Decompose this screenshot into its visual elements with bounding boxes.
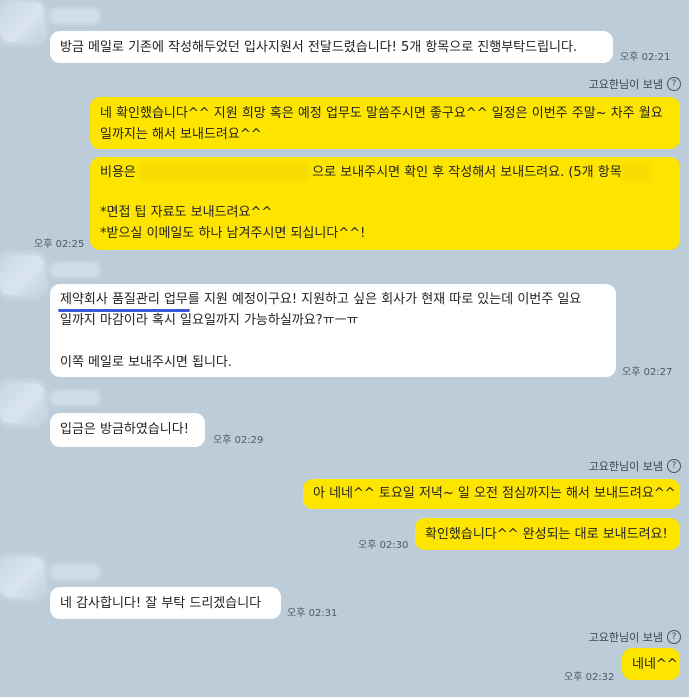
highlighted-text: 제약회사 품질관리 업무 (58, 289, 190, 312)
message-text: 입금은 방금하였습니다! (60, 422, 189, 437)
message-time: 오후 02:21 (620, 52, 671, 63)
message-text: 방금 메일로 기존에 작성해두었던 입사지원서 전달드렸습니다! 5개 항목으로… (60, 40, 578, 55)
message-text: 이쪽 메일로 보내주시면 됩니다. (60, 355, 233, 370)
sender-label: 고요한님이 보냄 ? (589, 458, 681, 474)
message-text: 네네^^ (632, 657, 678, 672)
info-icon[interactable]: ? (667, 77, 681, 91)
message-bubble-incoming[interactable]: 방금 메일로 기존에 작성해두었던 입사지원서 전달드렸습니다! 5개 항목으로… (50, 31, 613, 63)
message-bubble-outgoing[interactable]: 아 네네^^ 토요일 저녁~ 일 오전 점심까지는 해서 보내드려요^^ (303, 479, 680, 509)
message-text: 네 감사합니다! 잘 부탁 드리겠습니다 (60, 596, 262, 611)
info-icon[interactable]: ? (667, 630, 681, 644)
message-text: *면접 팁 자료도 보내드려요^^ (100, 205, 273, 220)
sender-name-redacted (50, 8, 100, 24)
message-text: 아 네네^^ 토요일 저녁~ 일 오전 점심까지는 해서 보내드려요^^ (313, 486, 676, 501)
avatar[interactable] (0, 383, 44, 423)
message-time: 오후 02:25 (34, 239, 85, 250)
message-time: 오후 02:27 (622, 367, 673, 378)
message-bubble-outgoing[interactable]: 네 확인했습니다^^ 지원 희망 혹은 예정 업무도 말씀주시면 좋구요^^ 일… (90, 97, 680, 149)
message-text: *받으실 이메일도 하나 남겨주시면 되십니다^^! (100, 226, 366, 241)
message-text: 를 지원 예정이구요! 지원하고 싶은 회사가 현재 따로 있는데 이번주 일요 (187, 292, 582, 307)
message-bubble-outgoing[interactable]: 네네^^ (622, 648, 680, 680)
message-bubble-incoming[interactable]: 네 감사합니다! 잘 부탁 드리겠습니다 (50, 587, 281, 619)
message-time: 오후 02:31 (287, 608, 338, 619)
message-bubble-incoming[interactable]: 입금은 방금하였습니다! (50, 413, 205, 447)
message-text: 으로 보내주시면 확인 후 작성해서 보내드려요. (5개 항목 (312, 165, 622, 180)
message-bubble-outgoing[interactable]: 비용은 으로 보내주시면 확인 후 작성해서 보내드려요. (5개 항목 *면접… (90, 157, 680, 250)
message-time: 오후 02:30 (358, 540, 409, 551)
sender-name-redacted (50, 262, 100, 278)
avatar[interactable] (0, 557, 44, 597)
sender-name-redacted (50, 390, 100, 406)
message-text: 네 확인했습니다^^ 지원 희망 혹은 예정 업무도 말씀주시면 좋구요^^ 일… (100, 106, 663, 121)
message-text: 일까지 마감이라 혹시 일요일까지 가능하실까요?ㅠㅡㅠ (60, 313, 359, 328)
message-text: 일까지는 해서 보내드려요^^ (100, 127, 262, 142)
info-icon[interactable]: ? (667, 459, 681, 473)
message-text: 비용은 (100, 165, 136, 180)
message-bubble-outgoing[interactable]: 확인했습니다^^ 완성되는 대로 보내드려요! (415, 518, 680, 550)
message-time: 오후 02:29 (213, 435, 264, 446)
redacted-account (140, 163, 309, 182)
sender-label: 고요한님이 보냄 ? (589, 76, 681, 92)
avatar[interactable] (0, 2, 44, 42)
message-bubble-incoming[interactable]: 제약회사 품질관리 업무를 지원 예정이구요! 지원하고 싶은 회사가 현재 따… (50, 284, 616, 377)
sender-label: 고요한님이 보냄 ? (589, 629, 681, 645)
message-text: 확인했습니다^^ 완성되는 대로 보내드려요! (425, 527, 668, 542)
redacted-text (621, 163, 650, 182)
avatar[interactable] (0, 255, 44, 295)
message-time: 오후 02:32 (564, 672, 615, 683)
sender-name-redacted (50, 564, 100, 580)
